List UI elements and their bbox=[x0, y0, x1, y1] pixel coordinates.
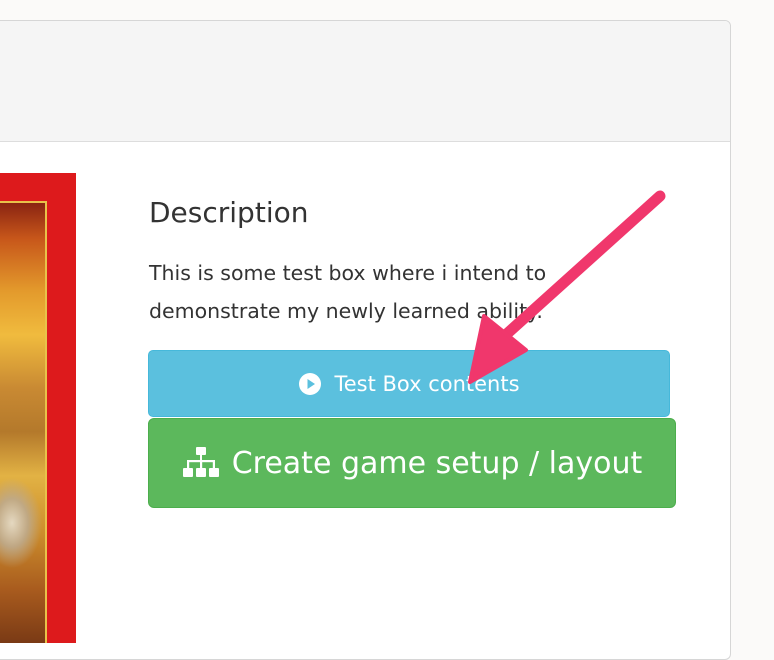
test-box-contents-label: Test Box contents bbox=[334, 371, 520, 396]
sitemap-icon bbox=[182, 446, 220, 480]
description-text: This is some test box where i intend to … bbox=[149, 261, 547, 323]
panel-heading bbox=[0, 21, 730, 142]
create-game-setup-button[interactable]: Create game setup / layout bbox=[148, 418, 676, 508]
box-cover-artwork bbox=[0, 201, 47, 643]
box-cover-image bbox=[0, 173, 76, 643]
description-heading: Description bbox=[149, 196, 309, 229]
create-game-setup-label: Create game setup / layout bbox=[231, 445, 643, 481]
play-circle-icon bbox=[298, 372, 322, 396]
box-panel bbox=[0, 20, 731, 660]
test-box-contents-button[interactable]: Test Box contents bbox=[148, 350, 670, 417]
